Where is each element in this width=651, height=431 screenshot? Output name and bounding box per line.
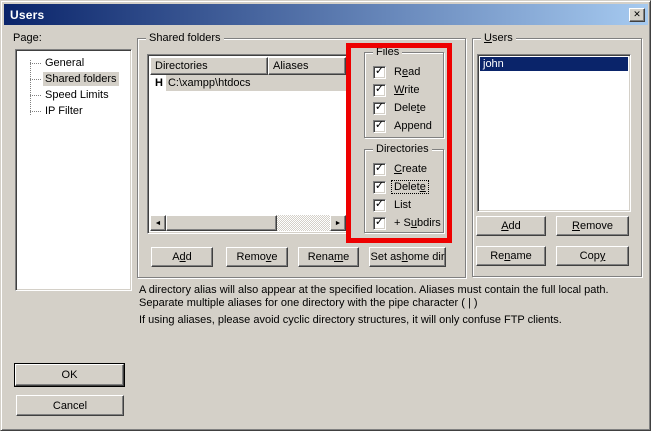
tree-stub: [30, 63, 41, 64]
dir-delete-checkbox[interactable]: ✓: [373, 181, 386, 194]
files-delete-option: ✓ Delete: [373, 99, 443, 117]
page-list: General Shared folders Speed Limits IP F…: [15, 49, 132, 291]
table-row[interactable]: H C:\xampp\htdocs: [150, 75, 346, 91]
check-icon: ✓: [375, 181, 384, 192]
window-title: Users: [10, 8, 44, 22]
user-list-item[interactable]: john: [480, 57, 628, 71]
check-icon: ✓: [375, 120, 384, 131]
users-list: john: [477, 54, 631, 212]
page-item-speed-limits[interactable]: Speed Limits: [16, 87, 131, 103]
remove-user-button[interactable]: Remove: [556, 216, 629, 236]
delete-checkbox[interactable]: ✓: [373, 102, 386, 115]
table-header: Directories Aliases: [150, 57, 346, 75]
close-icon: ✕: [633, 9, 641, 20]
directories-group-label: Directories: [373, 142, 432, 156]
page-item-shared-folders[interactable]: Shared folders: [16, 71, 131, 87]
add-user-button[interactable]: Add: [476, 216, 546, 236]
write-checkbox[interactable]: ✓: [373, 84, 386, 97]
alias-note-text: A directory alias will also appear at th…: [139, 284, 647, 310]
add-directory-button[interactable]: Add: [151, 247, 213, 267]
ok-button-ring: OK: [14, 363, 125, 387]
check-icon: ✓: [375, 199, 384, 210]
scroll-left-button[interactable]: ◄: [150, 215, 166, 231]
horizontal-scrollbar[interactable]: ◄ ►: [150, 215, 346, 231]
set-as-home-dir-button[interactable]: Set as home dir: [369, 247, 446, 267]
scrollbar-track[interactable]: [277, 215, 330, 231]
page-label: Page:: [13, 32, 42, 44]
scroll-right-button[interactable]: ►: [330, 215, 346, 231]
cancel-button[interactable]: Cancel: [16, 395, 124, 416]
arrow-right-icon: ►: [335, 220, 342, 227]
dir-subdirs-option: ✓ + Subdirs: [373, 214, 443, 232]
shared-folders-group-label: Shared folders: [146, 31, 224, 45]
column-header-directories[interactable]: Directories: [150, 57, 268, 75]
column-header-aliases[interactable]: Aliases: [268, 57, 346, 75]
cyclic-note-text: If using aliases, please avoid cyclic di…: [139, 314, 647, 327]
dir-create-option: ✓ Create: [373, 160, 443, 178]
scrollbar-thumb[interactable]: [166, 215, 277, 231]
subdirs-checkbox[interactable]: ✓: [373, 217, 386, 230]
tree-stub: [30, 95, 41, 96]
check-icon: ✓: [375, 84, 384, 95]
directory-cell: C:\xampp\htdocs: [166, 75, 346, 91]
files-read-option: ✓ Read: [373, 63, 443, 81]
check-icon: ✓: [375, 163, 384, 174]
users-dialog: Users ✕ Page: General Shared folders Spe…: [0, 0, 651, 431]
check-icon: ✓: [375, 217, 384, 228]
files-append-option: ✓ Append: [373, 117, 443, 135]
copy-user-button[interactable]: Copy: [556, 246, 629, 266]
read-checkbox[interactable]: ✓: [373, 66, 386, 79]
check-icon: ✓: [375, 66, 384, 77]
files-group-label: Files: [373, 45, 402, 59]
create-checkbox[interactable]: ✓: [373, 163, 386, 176]
page-item-ip-filter[interactable]: IP Filter: [16, 103, 131, 119]
append-checkbox[interactable]: ✓: [373, 120, 386, 133]
close-button[interactable]: ✕: [629, 8, 645, 22]
rename-user-button[interactable]: Rename: [476, 246, 546, 266]
list-checkbox[interactable]: ✓: [373, 199, 386, 212]
rename-directory-button[interactable]: Rename: [298, 247, 359, 267]
home-flag: H: [150, 77, 166, 89]
page-item-general[interactable]: General: [16, 55, 131, 71]
files-write-option: ✓ Write: [373, 81, 443, 99]
files-group: Files ✓ Read ✓ Write ✓ Delete ✓ Append: [364, 52, 444, 138]
users-group-label: Users: [481, 31, 516, 45]
dir-list-option: ✓ List: [373, 196, 443, 214]
directories-group: Directories ✓ Create ✓ Delete ✓ List ✓ +…: [364, 149, 444, 233]
arrow-left-icon: ◄: [155, 220, 162, 227]
directories-table: Directories Aliases H C:\xampp\htdocs ◄ …: [147, 54, 349, 234]
check-icon: ✓: [375, 102, 384, 113]
tree-stub: [30, 111, 41, 112]
ok-button[interactable]: OK: [15, 364, 124, 386]
remove-directory-button[interactable]: Remove: [226, 247, 288, 267]
dir-delete-option: ✓ Delete: [373, 178, 443, 196]
titlebar: Users ✕: [4, 4, 648, 25]
tree-stub: [30, 79, 41, 80]
